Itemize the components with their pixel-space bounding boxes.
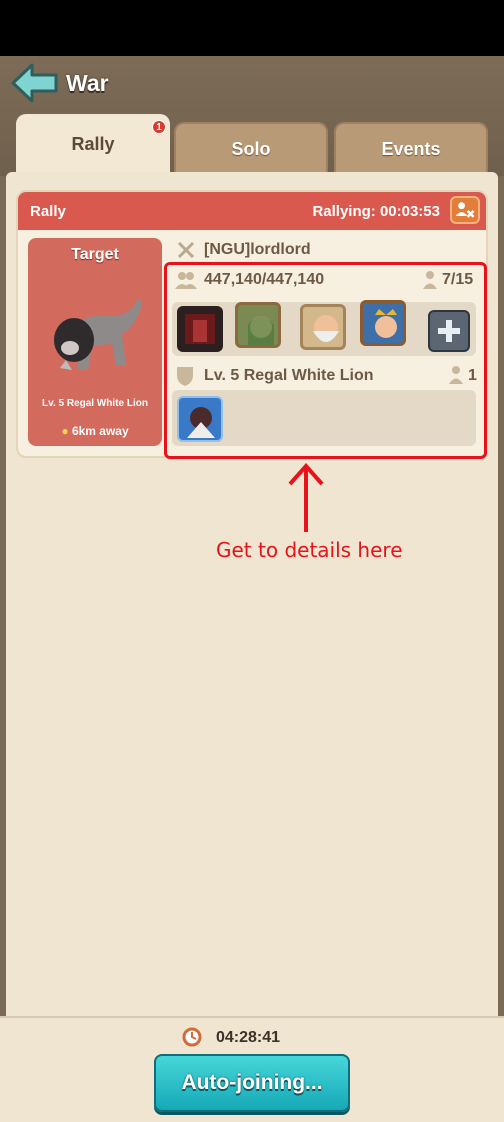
cancel-rally-icon — [455, 202, 475, 218]
location-pin-icon: ● — [61, 424, 69, 438]
tab-events[interactable]: Events — [334, 122, 488, 174]
countdown-timer: 04:28:41 — [216, 1029, 281, 1046]
white-lion-image — [54, 299, 142, 370]
rallying-timer: Rallying: 00:03:53 — [312, 203, 440, 220]
tab-events-label: Events — [381, 139, 441, 159]
notification-badge: 1 — [152, 120, 166, 134]
target-distance: ● 6km away — [28, 424, 162, 438]
rally-label: Rally — [30, 203, 66, 220]
back-arrow-icon[interactable] — [10, 62, 60, 104]
target-title: Target — [71, 246, 119, 263]
tab-rally[interactable]: Rally 1 — [16, 114, 170, 176]
tab-solo-label: Solo — [231, 139, 271, 159]
target-name: Lv. 5 Regal White Lion — [42, 398, 148, 409]
details-highlight-box — [164, 262, 487, 459]
tab-rally-label: Rally — [71, 134, 115, 154]
annotation-arrow-icon — [288, 462, 324, 532]
rally-card-header: Rally Rallying: 00:03:53 — [18, 192, 486, 230]
rally-leader: [NGU]lordlord — [204, 241, 311, 258]
crossed-swords-icon — [177, 241, 195, 259]
page-title: War — [66, 70, 109, 96]
auto-join-button[interactable]: Auto-joining... — [154, 1054, 350, 1112]
status-bar — [0, 0, 504, 56]
tab-solo[interactable]: Solo — [174, 122, 328, 174]
cancel-rally-button[interactable] — [450, 196, 480, 224]
annotation-text: Get to details here — [216, 538, 403, 562]
target-panel[interactable]: Target Lv. 5 Regal White Lion ● 6km away — [28, 238, 162, 446]
target-distance-text: 6km away — [71, 424, 129, 438]
clock-icon — [182, 1027, 202, 1047]
